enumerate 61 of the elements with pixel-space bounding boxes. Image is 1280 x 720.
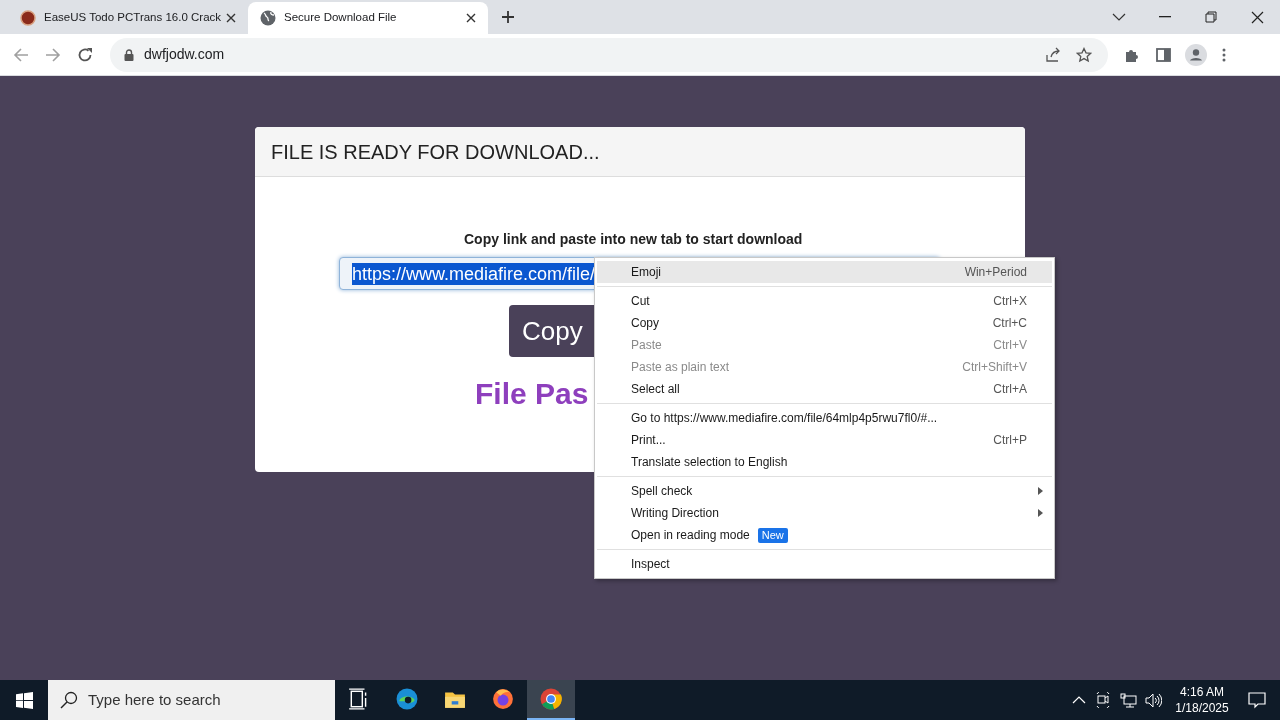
side-panel-icon[interactable] bbox=[1156, 47, 1171, 62]
plus-icon bbox=[501, 10, 515, 24]
tab-title: EaseUS Todo PCTrans 16.0 Crack bbox=[44, 10, 222, 26]
menu-item[interactable]: Writing Direction bbox=[597, 502, 1052, 524]
menu-item[interactable]: Emoji Win+Period bbox=[597, 261, 1052, 283]
shortcut-text: Win+Period bbox=[964, 264, 1027, 281]
windows-logo-icon bbox=[15, 691, 33, 709]
shortcut-text: Ctrl+Shift+V bbox=[962, 359, 1027, 376]
forward-arrow-icon bbox=[45, 46, 61, 63]
menu-item[interactable]: Cut Ctrl+X bbox=[597, 290, 1052, 312]
menu-item[interactable]: Open in reading mode New bbox=[597, 524, 1052, 546]
link-text: https://www.mediafire.com/file/ bbox=[352, 262, 596, 285]
camera-icon[interactable] bbox=[1096, 692, 1110, 708]
star-icon[interactable] bbox=[1076, 46, 1092, 63]
url-text: dwfjodw.com bbox=[144, 45, 225, 64]
search-placeholder: Type here to search bbox=[88, 689, 221, 710]
close-icon[interactable] bbox=[226, 13, 236, 23]
new-badge: New bbox=[757, 527, 788, 543]
globe-icon bbox=[260, 10, 276, 26]
firefox-icon bbox=[492, 688, 514, 710]
tab-title: Secure Download File bbox=[284, 10, 397, 26]
menu-item[interactable]: Translate selection to English bbox=[597, 451, 1052, 473]
back-arrow-icon bbox=[13, 46, 29, 63]
edge-icon bbox=[396, 688, 418, 710]
shortcut-text: Ctrl+A bbox=[993, 381, 1027, 398]
shortcut-text: Ctrl+V bbox=[993, 337, 1027, 354]
close-icon bbox=[1250, 10, 1264, 24]
favicon-icon bbox=[20, 10, 36, 26]
close-icon[interactable] bbox=[466, 13, 476, 23]
chevron-up-icon[interactable] bbox=[1072, 696, 1086, 704]
browser-tab[interactable]: Secure Download File bbox=[248, 2, 488, 34]
taskbar-search-field[interactable]: Type here to search bbox=[48, 680, 335, 720]
chevron-down-icon bbox=[1112, 13, 1126, 21]
shortcut-text: Ctrl+C bbox=[992, 315, 1027, 332]
submenu-arrow-icon bbox=[1038, 487, 1043, 495]
menu-item[interactable]: Copy Ctrl+C bbox=[597, 312, 1052, 334]
card-heading: FILE IS READY FOR DOWNLOAD... bbox=[271, 139, 600, 165]
menu-item[interactable]: Spell check bbox=[597, 480, 1052, 502]
menu-item[interactable]: Select all Ctrl+A bbox=[597, 378, 1052, 400]
address-bar[interactable]: dwfjodw.com bbox=[110, 37, 1108, 72]
lock-icon bbox=[124, 48, 134, 61]
instruction-text: Copy link and paste into new tab to start download bbox=[464, 230, 803, 249]
search-icon bbox=[60, 691, 78, 709]
menu-item[interactable]: Go to https://www.mediafire.com/file/64mlp4p5rwu7fl0/#... bbox=[597, 407, 1052, 429]
shortcut-text: Ctrl+P bbox=[993, 432, 1027, 449]
network-icon[interactable] bbox=[1120, 692, 1137, 708]
speaker-icon[interactable] bbox=[1145, 692, 1162, 708]
clock[interactable]: 4:16 AM 1/18/2025 bbox=[1172, 684, 1232, 716]
minimize-icon bbox=[1159, 16, 1171, 18]
menu-icon[interactable] bbox=[1222, 47, 1226, 62]
restore-icon bbox=[1205, 11, 1217, 23]
profile-avatar-icon[interactable] bbox=[1185, 43, 1207, 66]
menu-item[interactable]: Inspect bbox=[597, 553, 1052, 575]
chrome-icon bbox=[540, 688, 562, 710]
share-icon[interactable] bbox=[1045, 46, 1061, 63]
submenu-arrow-icon bbox=[1038, 509, 1043, 517]
shortcut-text: Ctrl+X bbox=[993, 293, 1027, 310]
notification-icon[interactable] bbox=[1248, 691, 1266, 709]
reload-icon bbox=[77, 46, 93, 63]
password-label: File Pas bbox=[475, 376, 589, 412]
menu-item[interactable]: Print... Ctrl+P bbox=[597, 429, 1052, 451]
